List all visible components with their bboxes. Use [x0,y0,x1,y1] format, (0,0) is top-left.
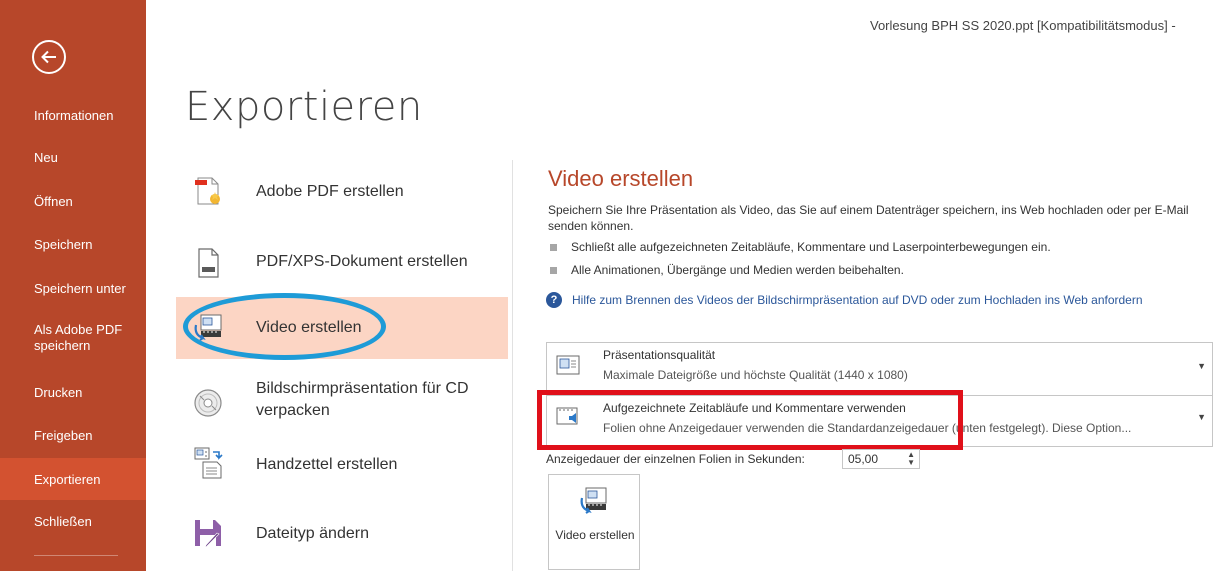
nav-item-drucken[interactable]: Drucken [0,372,146,412]
nav-item-freigeben[interactable]: Freigeben [0,415,146,455]
pane-divider [512,160,513,571]
help-question-icon: ? [546,292,562,308]
create-video-button-label: Video erstellen [555,528,635,542]
recorded-timings-icon [556,407,578,425]
duration-label: Anzeigedauer der einzelnen Folien in Sek… [546,452,805,466]
nav-item-exportieren[interactable]: Exportieren [0,458,146,500]
nav-item-oeffnen[interactable]: Öffnen [0,181,146,221]
export-option-cd-package[interactable]: Bildschirmpräsentation für CD verpacken [176,372,508,436]
export-option-change-filetype[interactable]: Dateityp ändern [176,504,508,564]
adobe-pdf-icon [195,177,220,205]
timing-dropdown-title: Aufgezeichnete Zeitabläufe und Kommentar… [603,401,906,415]
chevron-down-icon: ▼ [1197,361,1206,371]
export-option-pdf-xps[interactable]: PDF/XPS-Dokument erstellen [176,230,508,294]
nav-item-schliessen[interactable]: Schließen [0,501,146,541]
video-icon [580,487,607,514]
export-option-label: Handzettel erstellen [256,456,398,473]
export-option-label: Video erstellen [256,319,362,336]
presentation-quality-icon [556,355,580,375]
export-option-handout[interactable]: Handzettel erstellen [176,436,508,494]
sidebar-divider [34,555,118,556]
timing-dropdown-subtitle: Folien ohne Anzeigedauer verwenden die S… [603,421,1132,435]
chevron-down-icon: ▼ [1197,412,1206,422]
help-link[interactable]: ? Hilfe zum Brennen des Videos der Bilds… [546,292,1143,308]
nav-item-neu[interactable]: Neu [0,137,146,177]
cd-package-icon [194,389,222,417]
export-option-label: Bildschirmpräsentation für CD verpacken [256,380,469,419]
create-video-button[interactable]: Video erstellen [548,474,640,570]
quality-dropdown[interactable]: Präsentationsqualität Maximale Dateigröß… [546,342,1213,398]
backstage-sidebar: Informationen Neu Öffnen Speichern Speic… [0,0,146,571]
bullet-square-icon [550,243,557,251]
nav-item-speichern[interactable]: Speichern [0,224,146,264]
section-description: Speichern Sie Ihre Präsentation als Vide… [548,203,1189,233]
duration-value: 05,00 [848,452,879,466]
bullet-text: Alle Animationen, Übergänge und Medien w… [571,263,904,277]
handout-icon [194,447,223,479]
back-button[interactable] [32,40,66,74]
timing-dropdown[interactable]: Aufgezeichnete Zeitabläufe und Kommentar… [546,395,1213,447]
pdf-xps-document-icon [198,248,219,278]
page-title: Exportieren [185,84,423,130]
video-icon [194,314,222,341]
duration-spinner[interactable]: 05,00 ▲ ▼ [842,449,920,469]
export-option-video[interactable]: Video erstellen [176,297,508,359]
export-option-adobe-pdf[interactable]: Adobe PDF erstellen [176,160,508,224]
window-title: Vorlesung BPH SS 2020.ppt [Kompatibilitä… [870,18,1176,33]
bullet-square-icon [550,266,557,274]
nav-item-speichern-unter[interactable]: Speichern unter [0,268,146,308]
help-link-text: Hilfe zum Brennen des Videos der Bildsch… [572,293,1143,307]
bullet-item: Alle Animationen, Übergänge und Medien w… [548,263,904,277]
spinner-arrows-icon[interactable]: ▲ ▼ [907,451,915,467]
quality-dropdown-title: Präsentationsqualität [603,348,716,362]
bullet-item: Schließt alle aufgezeichneten Zeitabläuf… [548,240,1051,254]
change-filetype-icon [195,520,221,549]
quality-dropdown-subtitle: Maximale Dateigröße und höchste Qualität… [603,368,908,382]
bullet-text: Schließt alle aufgezeichneten Zeitabläuf… [571,240,1051,254]
export-option-label: Dateityp ändern [256,525,369,542]
export-option-label: Adobe PDF erstellen [256,183,404,200]
nav-item-als-adobe-pdf-speichern[interactable]: Als Adobe PDF speichern [0,318,146,358]
section-title: Video erstellen [548,166,694,191]
nav-item-informationen[interactable]: Informationen [0,95,146,135]
export-option-label: PDF/XPS-Dokument erstellen [256,253,468,270]
back-arrow-icon [41,50,56,64]
